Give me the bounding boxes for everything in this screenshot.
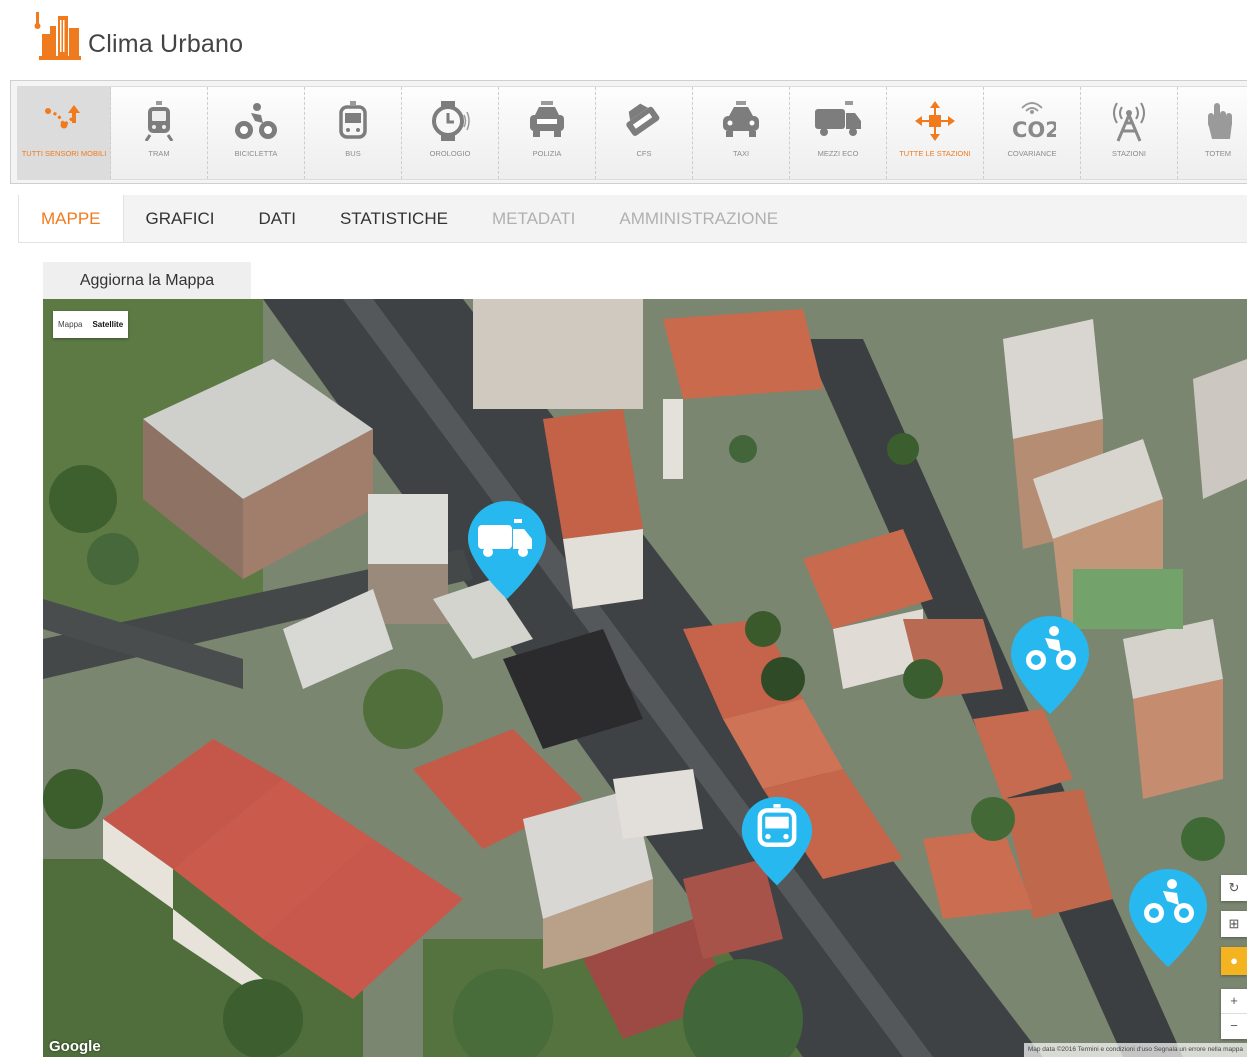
toolbar-item-tram[interactable]: TRAM <box>111 87 208 179</box>
police-car-icon <box>530 101 564 137</box>
rotate-icon[interactable]: ↻ <box>1221 875 1247 901</box>
map-view[interactable]: Mappa Satellite ↻ ⊞ ● + − Google Map dat… <box>43 299 1247 1057</box>
clima-urbano-logo <box>34 12 81 60</box>
toolbar-item-all-mobile-sensors[interactable]: TUTTI SENSORI MOBILI <box>18 87 111 179</box>
toolbar-item-all-stations[interactable]: TUTTE LE STAZIONI <box>887 87 984 179</box>
pegman-icon[interactable]: ● <box>1221 947 1247 975</box>
toolbar-item-taxi[interactable]: TAXI <box>693 87 790 179</box>
zoom-control: + − <box>1221 989 1247 1039</box>
header: Clima Urbano <box>0 0 1247 78</box>
map-attribution[interactable]: Map data ©2016 Termini e condizioni d'us… <box>1023 1043 1247 1057</box>
co2-text: CO2 <box>1012 118 1056 142</box>
totem-hand-icon <box>1208 103 1232 139</box>
tilt-icon[interactable]: ⊞ <box>1221 911 1247 937</box>
tab-mappe[interactable]: MAPPE <box>18 195 124 242</box>
map-type-control: Mappa Satellite <box>53 311 129 338</box>
bicycle-marker-icon <box>1011 616 1089 714</box>
bus-icon <box>339 101 367 139</box>
marker-bicycle-1[interactable] <box>1009 614 1091 718</box>
toolbar-item-bus[interactable]: BUS <box>305 87 402 179</box>
map-type-satellite[interactable]: Satellite <box>87 311 128 338</box>
marker-bus[interactable] <box>740 795 822 899</box>
toolbar-label: STAZIONI <box>1111 149 1147 158</box>
toolbar-label: TOTEM <box>1204 149 1232 158</box>
toolbar-item-stations[interactable]: STAZIONI <box>1081 87 1178 179</box>
antenna-icon <box>1113 102 1145 142</box>
all-mobile-sensors-icon <box>45 105 80 129</box>
all-stations-icon <box>915 101 955 141</box>
toolbar-label: OROLOGIO <box>429 149 471 158</box>
marker-eco-truck[interactable] <box>466 499 548 603</box>
watch-icon <box>432 101 470 141</box>
toolbar-label: TUTTE LE STAZIONI <box>899 149 971 158</box>
tab-amministrazione: AMMINISTRAZIONE <box>619 209 779 228</box>
toolbar-label: BICICLETTA <box>234 149 278 158</box>
map-type-mappa[interactable]: Mappa <box>53 311 87 338</box>
taxi-icon <box>723 101 759 137</box>
toolbar-item-eco-vehicles[interactable]: MEZZI ECO <box>790 87 887 179</box>
toolbar-item-totem[interactable]: TOTEM <box>1178 87 1247 179</box>
google-logo: Google <box>49 1038 101 1055</box>
zoom-in-icon[interactable]: + <box>1221 989 1247 1014</box>
marker-bicycle-2[interactable] <box>1127 867 1209 971</box>
toolbar-label: COVARIANCE <box>1007 149 1057 158</box>
toolbar-item-covariance[interactable]: CO2 COVARIANCE <box>984 87 1081 179</box>
eco-truck-marker-icon <box>468 501 546 599</box>
toolbar-item-bicycle[interactable]: BICICLETTA <box>208 87 305 179</box>
co2-icon: CO2 <box>1012 102 1056 142</box>
zoom-out-icon[interactable]: − <box>1221 1014 1247 1038</box>
tab-dati[interactable]: DATI <box>236 195 317 242</box>
cfs-icon <box>626 103 660 136</box>
bus-marker-icon <box>741 796 813 886</box>
tram-icon <box>144 101 174 141</box>
bicycle-icon <box>235 103 277 139</box>
toolbar-item-cfs[interactable]: CFS <box>596 87 693 179</box>
tab-grafici[interactable]: GRAFICI <box>124 195 237 242</box>
main-tabs: MAPPE GRAFICI DATI STATISTICHE METADATI … <box>18 195 1247 243</box>
toolbar-label: BUS <box>345 149 361 158</box>
tab-metadati: METADATI <box>491 209 576 228</box>
toolbar-label: TRAM <box>148 149 170 158</box>
bicycle-marker-icon <box>1129 869 1207 967</box>
refresh-map-button[interactable]: Aggiorna la Mappa <box>43 262 251 299</box>
sensor-toolbar: TUTTI SENSORI MOBILI TRAM BICICLETTA BUS… <box>10 80 1247 184</box>
toolbar-label: MEZZI ECO <box>817 149 859 158</box>
toolbar-label: POLIZIA <box>532 149 562 158</box>
eco-truck-icon <box>815 101 861 136</box>
toolbar-item-police[interactable]: POLIZIA <box>499 87 596 179</box>
toolbar-label: TUTTI SENSORI MOBILI <box>21 149 107 158</box>
toolbar-item-watch[interactable]: OROLOGIO <box>402 87 499 179</box>
toolbar-label: CFS <box>636 149 652 158</box>
toolbar-label: TAXI <box>732 149 750 158</box>
tab-statistiche[interactable]: STATISTICHE <box>318 195 470 242</box>
app-title: Clima Urbano <box>88 30 244 58</box>
